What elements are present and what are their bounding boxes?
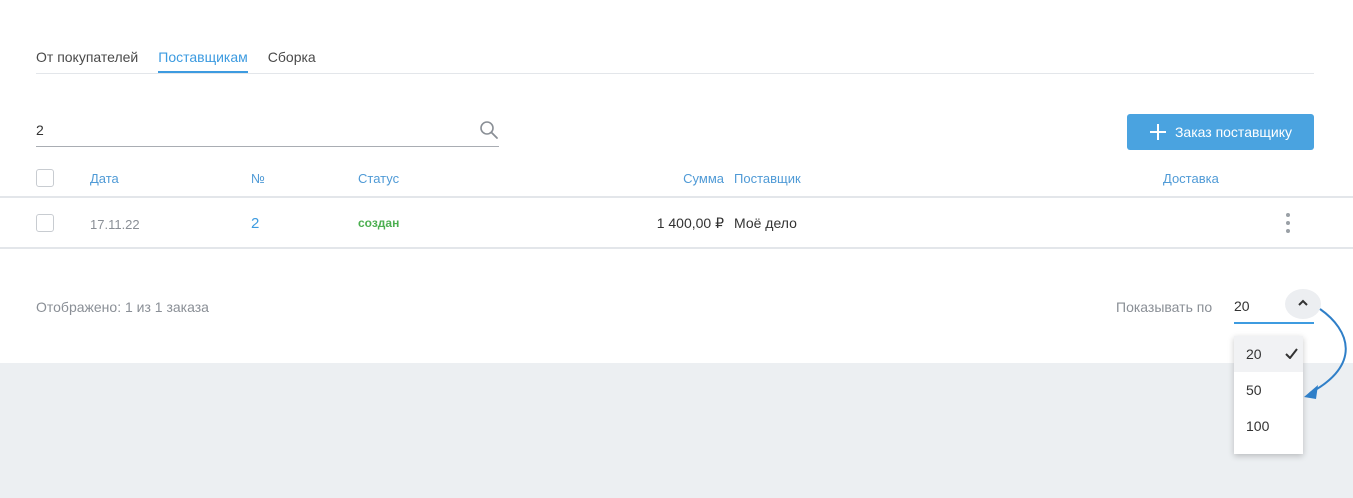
per-page-label: Показывать по (1116, 299, 1213, 315)
per-page-option-100[interactable]: 100 (1234, 408, 1303, 444)
row-date: 17.11.22 (90, 217, 140, 232)
per-page-option-20[interactable]: 20 (1234, 336, 1303, 372)
tab-assembly[interactable]: Сборка (268, 40, 316, 73)
search-icon[interactable] (479, 120, 499, 140)
column-number[interactable]: № (251, 171, 265, 186)
option-label: 100 (1246, 418, 1270, 434)
tab-to-suppliers[interactable]: Поставщикам (158, 40, 248, 73)
row-sum: 1 400,00 ₽ (656, 215, 724, 231)
add-supplier-order-button[interactable]: Заказ поставщику (1127, 114, 1314, 150)
row-number-link[interactable]: 2 (251, 215, 259, 232)
row-checkbox[interactable] (36, 214, 54, 232)
status-badge: создан (358, 216, 400, 230)
per-page-dropdown: 20 50 100 (1234, 336, 1303, 454)
plus-icon (1149, 124, 1166, 140)
per-page-option-50[interactable]: 50 (1234, 372, 1303, 408)
annotation-arrow-icon (1304, 308, 1347, 399)
page-background (0, 363, 1353, 498)
per-page-value: 20 (1234, 298, 1250, 314)
column-date[interactable]: Дата (90, 171, 119, 186)
orders-summary: Отображено: 1 из 1 заказа (36, 299, 209, 315)
row-supplier: Моё дело (734, 215, 797, 231)
more-vertical-icon[interactable] (1279, 212, 1297, 234)
table-row[interactable]: 17.11.22 2 создан 1 400,00 ₽ Моё дело (0, 198, 1353, 249)
select-all-checkbox[interactable] (36, 169, 54, 187)
option-label: 20 (1246, 346, 1262, 362)
column-sum[interactable]: Сумма (683, 171, 724, 186)
column-status[interactable]: Статус (358, 171, 399, 186)
add-supplier-order-label: Заказ поставщику (1174, 124, 1293, 140)
tab-bar: От покупателей Поставщикам Сборка (36, 40, 1314, 74)
tab-from-customers[interactable]: От покупателей (36, 40, 138, 73)
table-header: Дата № Статус Сумма Поставщик Доставка (0, 160, 1353, 198)
check-icon (1285, 348, 1298, 359)
column-delivery[interactable]: Доставка (1163, 171, 1219, 186)
column-supplier[interactable]: Поставщик (734, 171, 801, 186)
orders-panel: От покупателей Поставщикам Сборка Заказ … (0, 0, 1353, 363)
search-box (36, 114, 499, 147)
search-input[interactable] (36, 114, 456, 144)
option-label: 50 (1246, 382, 1262, 398)
